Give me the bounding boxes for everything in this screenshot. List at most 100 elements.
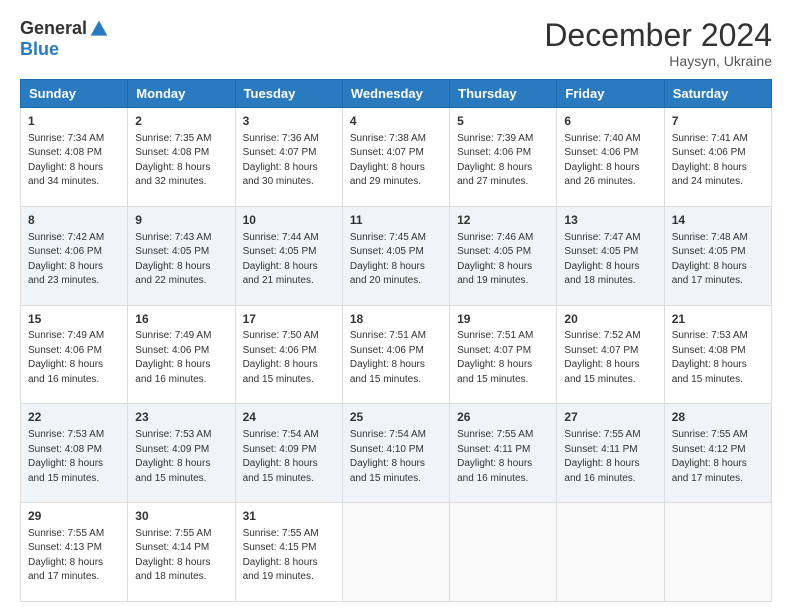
- day-number: 14: [672, 212, 764, 229]
- day-number: 12: [457, 212, 549, 229]
- day-info: Sunrise: 7:38 AMSunset: 4:07 PMDaylight:…: [350, 133, 426, 188]
- day-info: Sunrise: 7:53 AMSunset: 4:08 PMDaylight:…: [672, 330, 748, 385]
- day-number: 30: [135, 508, 227, 525]
- calendar-day-cell: [557, 503, 664, 602]
- day-info: Sunrise: 7:55 AMSunset: 4:11 PMDaylight:…: [564, 429, 640, 484]
- day-number: 1: [28, 113, 120, 130]
- calendar-day-cell: 2 Sunrise: 7:35 AMSunset: 4:08 PMDaylight…: [128, 108, 235, 207]
- calendar-week-row: 15 Sunrise: 7:49 AMSunset: 4:06 PMDayligh…: [21, 305, 772, 404]
- location: Haysyn, Ukraine: [544, 53, 772, 69]
- day-number: 18: [350, 311, 442, 328]
- day-info: Sunrise: 7:54 AMSunset: 4:10 PMDaylight:…: [350, 429, 426, 484]
- day-info: Sunrise: 7:51 AMSunset: 4:06 PMDaylight:…: [350, 330, 426, 385]
- day-info: Sunrise: 7:41 AMSunset: 4:06 PMDaylight:…: [672, 133, 748, 188]
- calendar-day-cell: 25 Sunrise: 7:54 AMSunset: 4:10 PMDayligh…: [342, 404, 449, 503]
- day-info: Sunrise: 7:55 AMSunset: 4:13 PMDaylight:…: [28, 528, 104, 583]
- day-info: Sunrise: 7:48 AMSunset: 4:05 PMDaylight:…: [672, 232, 748, 287]
- day-number: 31: [243, 508, 335, 525]
- day-info: Sunrise: 7:49 AMSunset: 4:06 PMDaylight:…: [28, 330, 104, 385]
- day-number: 4: [350, 113, 442, 130]
- calendar-day-cell: 24 Sunrise: 7:54 AMSunset: 4:09 PMDayligh…: [235, 404, 342, 503]
- weekday-header: Monday: [128, 80, 235, 108]
- day-number: 25: [350, 409, 442, 426]
- day-info: Sunrise: 7:46 AMSunset: 4:05 PMDaylight:…: [457, 232, 533, 287]
- day-info: Sunrise: 7:44 AMSunset: 4:05 PMDaylight:…: [243, 232, 319, 287]
- calendar-day-cell: 29 Sunrise: 7:55 AMSunset: 4:13 PMDayligh…: [21, 503, 128, 602]
- calendar-day-cell: [342, 503, 449, 602]
- day-number: 20: [564, 311, 656, 328]
- day-info: Sunrise: 7:34 AMSunset: 4:08 PMDaylight:…: [28, 133, 104, 188]
- day-info: Sunrise: 7:42 AMSunset: 4:06 PMDaylight:…: [28, 232, 104, 287]
- weekday-header: Thursday: [450, 80, 557, 108]
- day-number: 29: [28, 508, 120, 525]
- day-info: Sunrise: 7:35 AMSunset: 4:08 PMDaylight:…: [135, 133, 211, 188]
- day-info: Sunrise: 7:54 AMSunset: 4:09 PMDaylight:…: [243, 429, 319, 484]
- calendar-day-cell: 21 Sunrise: 7:53 AMSunset: 4:08 PMDayligh…: [664, 305, 771, 404]
- calendar-day-cell: [450, 503, 557, 602]
- calendar-day-cell: 7 Sunrise: 7:41 AMSunset: 4:06 PMDaylight…: [664, 108, 771, 207]
- day-info: Sunrise: 7:43 AMSunset: 4:05 PMDaylight:…: [135, 232, 211, 287]
- day-info: Sunrise: 7:55 AMSunset: 4:15 PMDaylight:…: [243, 528, 319, 583]
- calendar-week-row: 1 Sunrise: 7:34 AMSunset: 4:08 PMDaylight…: [21, 108, 772, 207]
- calendar-day-cell: 19 Sunrise: 7:51 AMSunset: 4:07 PMDayligh…: [450, 305, 557, 404]
- calendar-week-row: 8 Sunrise: 7:42 AMSunset: 4:06 PMDaylight…: [21, 206, 772, 305]
- day-info: Sunrise: 7:53 AMSunset: 4:08 PMDaylight:…: [28, 429, 104, 484]
- day-number: 13: [564, 212, 656, 229]
- day-number: 21: [672, 311, 764, 328]
- day-number: 22: [28, 409, 120, 426]
- day-info: Sunrise: 7:45 AMSunset: 4:05 PMDaylight:…: [350, 232, 426, 287]
- calendar-day-cell: 28 Sunrise: 7:55 AMSunset: 4:12 PMDayligh…: [664, 404, 771, 503]
- day-number: 26: [457, 409, 549, 426]
- calendar-day-cell: 15 Sunrise: 7:49 AMSunset: 4:06 PMDayligh…: [21, 305, 128, 404]
- day-number: 28: [672, 409, 764, 426]
- calendar-day-cell: 20 Sunrise: 7:52 AMSunset: 4:07 PMDayligh…: [557, 305, 664, 404]
- day-info: Sunrise: 7:55 AMSunset: 4:12 PMDaylight:…: [672, 429, 748, 484]
- day-number: 16: [135, 311, 227, 328]
- day-number: 7: [672, 113, 764, 130]
- day-number: 8: [28, 212, 120, 229]
- header: General Blue December 2024 Haysyn, Ukrai…: [20, 18, 772, 69]
- day-info: Sunrise: 7:55 AMSunset: 4:14 PMDaylight:…: [135, 528, 211, 583]
- calendar-day-cell: 5 Sunrise: 7:39 AMSunset: 4:06 PMDaylight…: [450, 108, 557, 207]
- calendar-day-cell: 13 Sunrise: 7:47 AMSunset: 4:05 PMDayligh…: [557, 206, 664, 305]
- day-number: 24: [243, 409, 335, 426]
- calendar-day-cell: 14 Sunrise: 7:48 AMSunset: 4:05 PMDayligh…: [664, 206, 771, 305]
- calendar-day-cell: 10 Sunrise: 7:44 AMSunset: 4:05 PMDayligh…: [235, 206, 342, 305]
- day-info: Sunrise: 7:51 AMSunset: 4:07 PMDaylight:…: [457, 330, 533, 385]
- calendar-header-row: SundayMondayTuesdayWednesdayThursdayFrid…: [21, 80, 772, 108]
- calendar-day-cell: 12 Sunrise: 7:46 AMSunset: 4:05 PMDayligh…: [450, 206, 557, 305]
- day-number: 2: [135, 113, 227, 130]
- day-info: Sunrise: 7:52 AMSunset: 4:07 PMDaylight:…: [564, 330, 640, 385]
- weekday-header: Saturday: [664, 80, 771, 108]
- day-number: 3: [243, 113, 335, 130]
- day-number: 23: [135, 409, 227, 426]
- header-right: December 2024 Haysyn, Ukraine: [544, 18, 772, 69]
- calendar-day-cell: 6 Sunrise: 7:40 AMSunset: 4:06 PMDaylight…: [557, 108, 664, 207]
- calendar-day-cell: 30 Sunrise: 7:55 AMSunset: 4:14 PMDayligh…: [128, 503, 235, 602]
- day-info: Sunrise: 7:49 AMSunset: 4:06 PMDaylight:…: [135, 330, 211, 385]
- calendar-day-cell: 11Sunrise: 7:45 AMSunset: 4:05 PMDayligh…: [342, 206, 449, 305]
- calendar-table: SundayMondayTuesdayWednesdayThursdayFrid…: [20, 79, 772, 602]
- day-number: 19: [457, 311, 549, 328]
- day-info: Sunrise: 7:50 AMSunset: 4:06 PMDaylight:…: [243, 330, 319, 385]
- day-number: 6: [564, 113, 656, 130]
- day-number: 5: [457, 113, 549, 130]
- weekday-header: Wednesday: [342, 80, 449, 108]
- day-number: 27: [564, 409, 656, 426]
- day-number: 15: [28, 311, 120, 328]
- logo-blue: Blue: [20, 39, 59, 60]
- calendar-day-cell: 17Sunrise: 7:50 AMSunset: 4:06 PMDayligh…: [235, 305, 342, 404]
- calendar-day-cell: 26 Sunrise: 7:55 AMSunset: 4:11 PMDayligh…: [450, 404, 557, 503]
- day-info: Sunrise: 7:55 AMSunset: 4:11 PMDaylight:…: [457, 429, 533, 484]
- day-info: Sunrise: 7:40 AMSunset: 4:06 PMDaylight:…: [564, 133, 640, 188]
- weekday-header: Friday: [557, 80, 664, 108]
- logo-icon: [89, 19, 109, 39]
- day-info: Sunrise: 7:47 AMSunset: 4:05 PMDaylight:…: [564, 232, 640, 287]
- day-info: Sunrise: 7:39 AMSunset: 4:06 PMDaylight:…: [457, 133, 533, 188]
- logo-general: General: [20, 18, 87, 39]
- calendar-day-cell: 8 Sunrise: 7:42 AMSunset: 4:06 PMDaylight…: [21, 206, 128, 305]
- calendar-day-cell: 27 Sunrise: 7:55 AMSunset: 4:11 PMDayligh…: [557, 404, 664, 503]
- calendar-day-cell: 3Sunrise: 7:36 AMSunset: 4:07 PMDaylight…: [235, 108, 342, 207]
- calendar-day-cell: 22 Sunrise: 7:53 AMSunset: 4:08 PMDayligh…: [21, 404, 128, 503]
- day-number: 10: [243, 212, 335, 229]
